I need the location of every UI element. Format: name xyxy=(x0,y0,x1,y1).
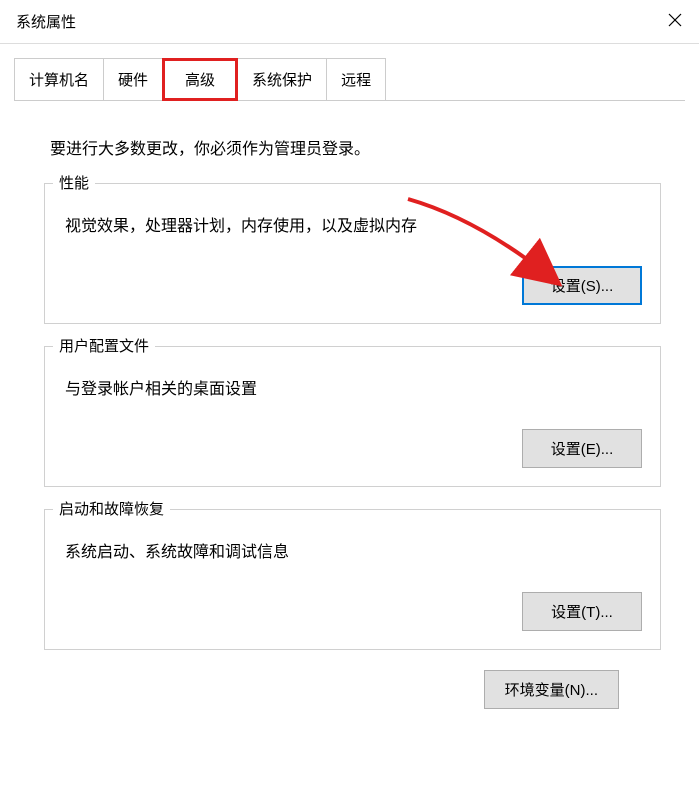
env-vars-button[interactable]: 环境变量(N)... xyxy=(484,670,619,709)
group-startup-legend: 启动和故障恢复 xyxy=(53,498,170,519)
startup-settings-button[interactable]: 设置(T)... xyxy=(522,592,642,631)
tab-hardware[interactable]: 硬件 xyxy=(103,58,163,101)
performance-settings-button[interactable]: 设置(S)... xyxy=(522,266,642,305)
group-startup-desc: 系统启动、系统故障和调试信息 xyxy=(65,538,642,562)
titlebar: 系统属性 xyxy=(0,0,699,44)
group-profiles-desc: 与登录帐户相关的桌面设置 xyxy=(65,375,642,399)
tab-computer-name[interactable]: 计算机名 xyxy=(14,58,104,101)
window-title: 系统属性 xyxy=(16,11,76,32)
footer-row: 环境变量(N)... xyxy=(44,650,661,709)
tab-content: 要进行大多数更改，你必须作为管理员登录。 性能 视觉效果，处理器计划，内存使用，… xyxy=(14,100,685,729)
tab-system-protection[interactable]: 系统保护 xyxy=(237,58,327,101)
group-performance-desc: 视觉效果，处理器计划，内存使用，以及虚拟内存 xyxy=(65,212,642,236)
group-startup: 启动和故障恢复 系统启动、系统故障和调试信息 设置(T)... xyxy=(44,509,661,650)
button-row: 设置(T)... xyxy=(63,592,642,631)
button-row: 设置(S)... xyxy=(63,266,642,305)
tab-strip: 计算机名 硬件 高级 系统保护 远程 xyxy=(14,58,699,101)
tab-remote[interactable]: 远程 xyxy=(326,58,386,101)
button-row: 设置(E)... xyxy=(63,429,642,468)
close-button[interactable] xyxy=(651,0,699,44)
group-performance-legend: 性能 xyxy=(53,172,95,193)
group-profiles-legend: 用户配置文件 xyxy=(53,335,155,356)
tab-advanced[interactable]: 高级 xyxy=(162,58,238,101)
close-icon xyxy=(668,10,682,33)
group-profiles: 用户配置文件 与登录帐户相关的桌面设置 设置(E)... xyxy=(44,346,661,487)
admin-hint: 要进行大多数更改，你必须作为管理员登录。 xyxy=(50,135,655,159)
profiles-settings-button[interactable]: 设置(E)... xyxy=(522,429,642,468)
group-performance: 性能 视觉效果，处理器计划，内存使用，以及虚拟内存 设置(S)... xyxy=(44,183,661,324)
